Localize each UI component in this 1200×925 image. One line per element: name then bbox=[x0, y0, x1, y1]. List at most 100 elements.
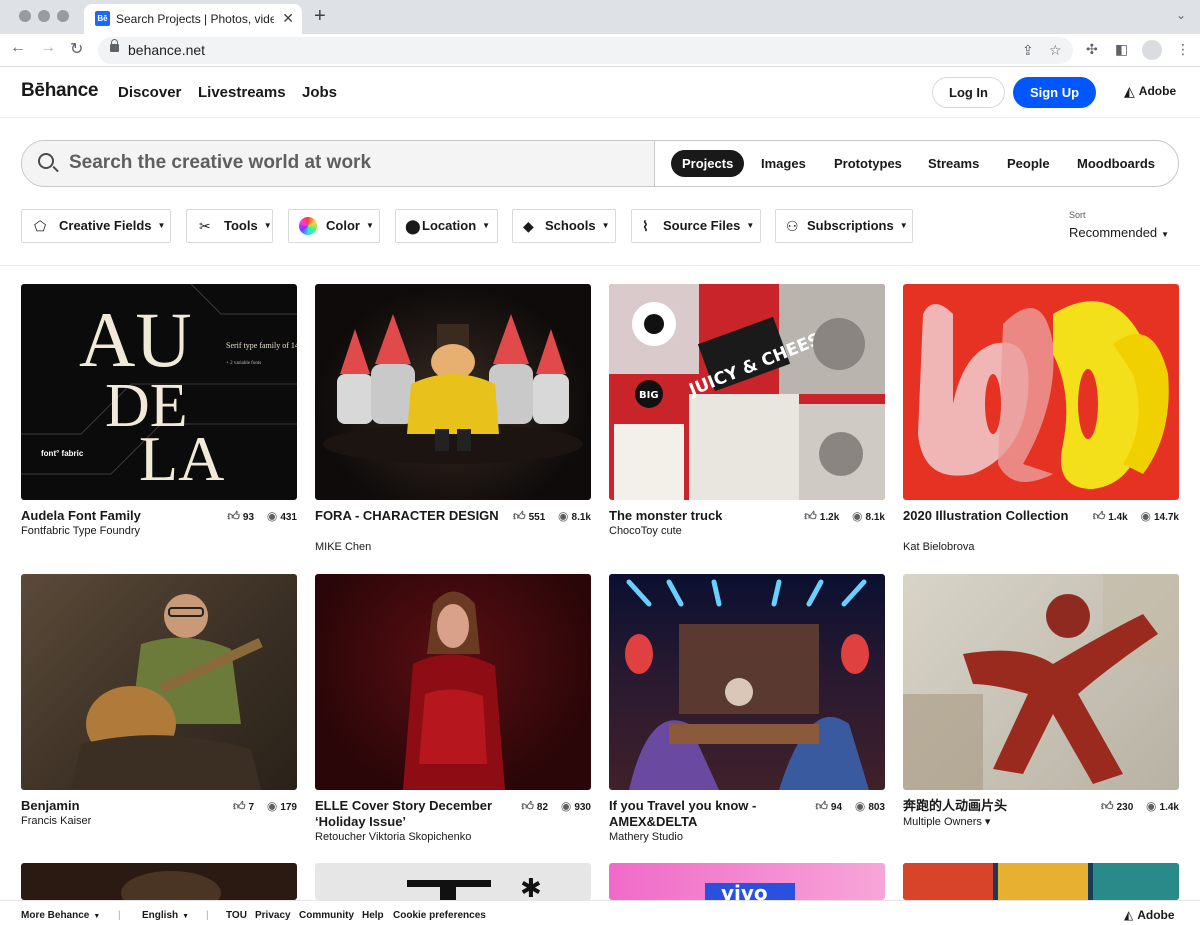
search-tab-images[interactable]: Images bbox=[761, 150, 806, 177]
filter-label: Location bbox=[422, 218, 477, 233]
sort-dropdown[interactable]: Recommended ▼ bbox=[1069, 225, 1169, 240]
project-thumbnail[interactable]: ✱ bbox=[315, 863, 591, 900]
more-behance-dropdown[interactable]: More Behance ▼ bbox=[21, 910, 100, 921]
language-dropdown[interactable]: English ▼ bbox=[142, 910, 189, 921]
signup-button[interactable]: Sign Up bbox=[1013, 77, 1096, 108]
project-thumbnail[interactable] bbox=[315, 574, 591, 790]
footer-link-cookie-preferences[interactable]: Cookie preferences bbox=[393, 910, 486, 921]
footer-link-community[interactable]: Community bbox=[299, 910, 354, 921]
project-owner[interactable]: Kat Bielobrova bbox=[903, 541, 975, 553]
project-stats: 👍︎ 230 ◉ 1.4k bbox=[1101, 799, 1179, 814]
project-owner[interactable]: Retoucher Viktoria Skopichenko bbox=[315, 831, 471, 843]
view-count: 8.1k bbox=[865, 512, 885, 523]
filter-creative-fields[interactable]: ⬠ Creative Fields ▼ bbox=[21, 209, 171, 243]
project-owner[interactable]: Francis Kaiser bbox=[21, 815, 91, 827]
sidebar-icon[interactable]: ◧ bbox=[1115, 41, 1128, 58]
project-title[interactable]: 2020 Illustration Collection bbox=[903, 508, 1093, 524]
chevron-down-icon: ▼ bbox=[182, 913, 190, 920]
login-button[interactable]: Log In bbox=[932, 77, 1005, 108]
footer-link-tou[interactable]: TOU bbox=[226, 910, 247, 921]
project-title[interactable]: The monster truck bbox=[609, 508, 799, 524]
filter-label: Color bbox=[326, 218, 360, 233]
like-count: 551 bbox=[528, 512, 546, 523]
reload-icon[interactable]: ↻ bbox=[70, 39, 83, 59]
search-input[interactable]: Search the creative world at work bbox=[22, 141, 655, 186]
filter-source-files[interactable]: ⌇ Source Files ▼ bbox=[631, 209, 761, 243]
search-tab-people[interactable]: People bbox=[1007, 150, 1050, 177]
footer-link-privacy[interactable]: Privacy bbox=[255, 910, 291, 921]
divider bbox=[0, 265, 1200, 266]
project-thumbnail[interactable]: vivo bbox=[609, 863, 885, 900]
bookmark-star-icon[interactable]: ☆ bbox=[1049, 42, 1062, 59]
project-owner[interactable]: MIKE Chen bbox=[315, 541, 371, 553]
audela-letters-au: AU bbox=[79, 296, 192, 383]
address-bar[interactable]: behance.net ⇪ ☆ bbox=[98, 37, 1073, 64]
eye-icon: ◉ bbox=[1140, 509, 1151, 523]
filter-schools[interactable]: ◆ Schools ▼ bbox=[512, 209, 616, 243]
project-title[interactable]: ELLE Cover Story December ‘Holiday Issue… bbox=[315, 798, 515, 830]
project-thumbnail[interactable]: AU DE LA Serif type family of 14 styles … bbox=[21, 284, 297, 500]
project-stats: 👍︎ 94 ◉ 803 bbox=[815, 799, 885, 814]
project-owner[interactable]: Mathery Studio bbox=[609, 831, 683, 843]
adobe-label: Adobe bbox=[1138, 84, 1177, 98]
eye-icon: ◉ bbox=[560, 799, 572, 813]
footer-adobe-link[interactable]: ◭ Adobe bbox=[1124, 908, 1175, 922]
eye-icon: ◉ bbox=[852, 509, 863, 523]
nav-jobs[interactable]: Jobs bbox=[302, 84, 337, 101]
tab-search-chevron-icon[interactable]: ⌄ bbox=[1176, 8, 1186, 22]
project-owner[interactable]: Multiple Owners ▾ bbox=[903, 815, 990, 828]
window-close-dot[interactable] bbox=[19, 10, 31, 22]
search-tab-moodboards[interactable]: Moodboards bbox=[1077, 150, 1155, 177]
footer-adobe-label: Adobe bbox=[1137, 908, 1175, 922]
filter-label: Schools bbox=[545, 218, 596, 233]
back-arrow-icon[interactable]: ← bbox=[10, 39, 26, 57]
project-thumbnail[interactable]: JUICY & CHEESY BIG bbox=[609, 284, 885, 500]
project-thumbnail[interactable] bbox=[903, 863, 1179, 900]
browser-menu-icon[interactable]: ⋮ bbox=[1176, 41, 1190, 58]
travel-artwork bbox=[625, 579, 869, 790]
profile-avatar[interactable] bbox=[1142, 40, 1162, 60]
project-title[interactable]: FORA - CHARACTER DESIGN bbox=[315, 508, 505, 524]
nav-livestreams[interactable]: Livestreams bbox=[198, 84, 286, 101]
project-thumbnail[interactable] bbox=[21, 863, 297, 900]
forward-arrow-icon[interactable]: → bbox=[40, 39, 56, 57]
project-title[interactable]: Benjamin bbox=[21, 798, 211, 814]
search-tab-streams[interactable]: Streams bbox=[928, 150, 979, 177]
like-count: 230 bbox=[1116, 802, 1134, 813]
new-tab-icon[interactable]: + bbox=[314, 5, 326, 28]
project-owner[interactable]: Fontfabric Type Foundry bbox=[21, 525, 140, 537]
extensions-puzzle-icon[interactable]: ✣ bbox=[1086, 41, 1098, 58]
illustration-collection-artwork bbox=[918, 301, 1169, 489]
project-title[interactable]: Audela Font Family bbox=[21, 508, 211, 524]
nav-discover[interactable]: Discover bbox=[118, 84, 181, 101]
behance-logo[interactable]: Bēhance bbox=[21, 80, 98, 102]
search-tab-projects[interactable]: Projects bbox=[671, 150, 745, 177]
project-thumbnail[interactable] bbox=[903, 574, 1179, 790]
filter-color[interactable]: Color ▼ bbox=[288, 209, 380, 243]
share-icon[interactable]: ⇪ bbox=[1022, 42, 1034, 59]
close-tab-icon[interactable]: ✕ bbox=[282, 10, 294, 27]
paperclip-icon: ⌇ bbox=[642, 218, 649, 234]
window-zoom-dot[interactable] bbox=[57, 10, 69, 22]
audela-caption: Serif type family of 14 styles bbox=[226, 341, 297, 350]
project-thumbnail[interactable] bbox=[315, 284, 591, 500]
view-count: 431 bbox=[280, 512, 297, 523]
project-title[interactable]: 奔跑的人动画片头 bbox=[903, 798, 1093, 814]
filter-tools[interactable]: ✂ Tools ▼ bbox=[186, 209, 273, 243]
project-title[interactable]: If you Travel you know - AMEX&DELTA bbox=[609, 798, 799, 830]
search-tab-prototypes[interactable]: Prototypes bbox=[834, 150, 902, 177]
project-thumbnail[interactable] bbox=[21, 574, 297, 790]
project-owner[interactable]: ChocoToy cute bbox=[609, 525, 682, 537]
footer-link-help[interactable]: Help bbox=[362, 910, 384, 921]
filter-subscriptions[interactable]: ⚇ Subscriptions ▼ bbox=[775, 209, 913, 243]
chevron-down-icon: ▼ bbox=[263, 221, 272, 230]
browser-tab[interactable]: Bē Search Projects | Photos, videos, log… bbox=[84, 4, 302, 34]
adobe-link[interactable]: ◭ Adobe bbox=[1124, 83, 1176, 100]
color-wheel-icon bbox=[299, 217, 317, 235]
project-stats: 👍︎ 1.4k ◉ 14.7k bbox=[1093, 509, 1179, 524]
filter-location[interactable]: ⬤ Location ▼ bbox=[395, 209, 498, 243]
project-thumbnail[interactable] bbox=[903, 284, 1179, 500]
window-minimize-dot[interactable] bbox=[38, 10, 50, 22]
project-thumbnail[interactable] bbox=[609, 574, 885, 790]
like-count: 82 bbox=[536, 802, 549, 813]
